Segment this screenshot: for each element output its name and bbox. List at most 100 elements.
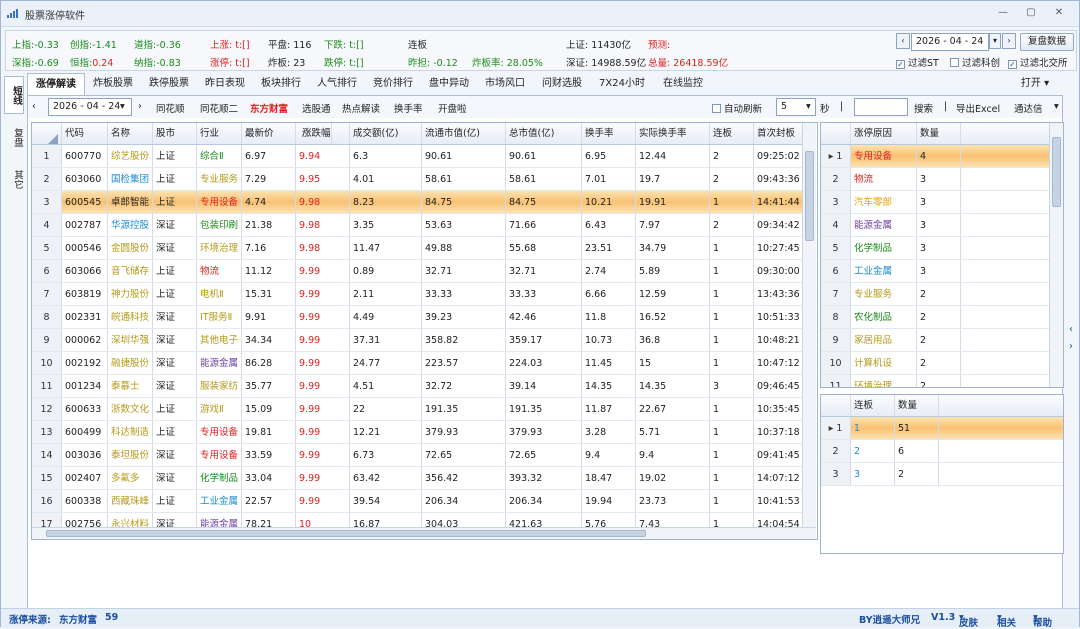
table-row[interactable]: 9 000062 深圳华强 深证 其他电子 34.34 9.99 37.31 358.82 359… — [32, 329, 816, 352]
open-menu[interactable]: 打开 ▾ — [1015, 73, 1055, 95]
table-row[interactable]: 11 001234 泰慕士 深证 服装家纺 35.77 9.99 4.51 32.72 39.14… — [32, 375, 816, 398]
table-row[interactable]: 5 000546 金圆股份 深证 环境治理 7.16 9.98 11.47 49.88 55.68… — [32, 237, 816, 260]
tab-popularity[interactable]: 人气排行 — [311, 73, 363, 95]
source-xgt[interactable]: 选股通 — [302, 101, 331, 115]
col-header[interactable]: 流通市值(亿) — [422, 123, 506, 144]
source-turnover[interactable]: 换手率 — [394, 101, 423, 115]
collapse-right-icon[interactable]: › — [1065, 340, 1077, 354]
reason-row[interactable]: 8 农化制品 2 — [821, 306, 1049, 329]
next-date-button[interactable]: › — [1002, 33, 1016, 49]
scroll-thumb[interactable] — [46, 530, 646, 537]
auto-refresh-checkbox[interactable]: 自动刷新 — [712, 101, 762, 115]
filter-bj-checkbox[interactable]: ✓ 过滤北交所 — [1008, 55, 1068, 69]
close-icon[interactable]: ✕ — [1051, 6, 1067, 20]
reason-row[interactable]: 10 计算机设 2 — [821, 352, 1049, 375]
lianban-row[interactable]: 226 — [821, 440, 1063, 463]
tab-monitor[interactable]: 在线监控 — [655, 73, 711, 95]
tab-intraday[interactable]: 盘中异动 — [423, 73, 475, 95]
prev-date-icon[interactable]: ‹ — [32, 101, 36, 112]
tab-7x24[interactable]: 7X24小时 — [593, 73, 651, 95]
scroll-thumb[interactable] — [805, 151, 814, 241]
table-row[interactable]: 4 002787 华源控股 深证 包装印刷 21.38 9.98 3.35 53.63 71.66… — [32, 214, 816, 237]
tab-limitup[interactable]: 涨停解读 — [27, 73, 85, 95]
sub-date-dropdown-icon[interactable]: ▾ — [120, 101, 125, 112]
maximize-icon[interactable]: ▢ — [1023, 6, 1039, 20]
reason-row[interactable]: 11 环境治理 2 — [821, 375, 1049, 387]
table-row[interactable]: 16 600338 西藏珠峰 上证 工业金属 22.57 9.99 39.54 206.34 20… — [32, 490, 816, 513]
side-tab-review[interactable]: 复盘 — [4, 118, 24, 156]
tab-broken[interactable]: 炸板股票 — [87, 73, 139, 95]
reason-row[interactable]: 5 化学制品 3 — [821, 237, 1049, 260]
filter-st-checkbox[interactable]: ✓ 过滤ST — [896, 55, 939, 69]
tab-yesterday[interactable]: 昨日表现 — [199, 73, 251, 95]
collapse-left-icon[interactable]: ‹ — [1065, 323, 1077, 337]
scroll-thumb[interactable] — [1052, 137, 1061, 207]
tdx-button[interactable]: 通达信 — [1014, 101, 1043, 115]
table-hscroll[interactable] — [32, 527, 816, 539]
minimize-icon[interactable]: — — [995, 6, 1011, 20]
col-header[interactable]: 行业 — [197, 123, 242, 144]
lianban-row[interactable]: 332 — [821, 463, 1063, 486]
next-date-icon[interactable]: › — [138, 101, 142, 112]
table-row[interactable]: 2 603060 国检集团 上证 专业服务 7.29 9.95 4.01 58.61 58.61 7… — [32, 168, 816, 191]
table-row[interactable]: 6 603066 音飞储存 上证 物流 11.12 9.99 0.89 32.71 32.71 2.… — [32, 260, 816, 283]
related-menu[interactable]: 相关 ▾ — [997, 612, 1016, 629]
col-header[interactable]: 股市 — [153, 123, 197, 144]
lianban-row[interactable]: ▸ 1 1 51 — [821, 417, 1063, 440]
filter-kc-checkbox[interactable]: 过滤科创 — [950, 55, 1000, 69]
col-header[interactable]: 连板 — [851, 395, 895, 416]
date-picker[interactable]: 2026 - 04 - 24 — [911, 33, 989, 51]
side-tab-other[interactable]: 其它 — [4, 160, 24, 198]
source-eastmoney[interactable]: 东方财富 — [250, 101, 288, 115]
table-row[interactable]: 12 600633 浙数文化 上证 游戏Ⅱ 15.09 9.99 22 191.35 191.35… — [32, 398, 816, 421]
date-dropdown-icon[interactable]: ▾ — [989, 33, 1001, 49]
table-row[interactable]: 7 603819 神力股份 上证 电机Ⅱ 15.31 9.99 2.11 33.33 33.33 6… — [32, 283, 816, 306]
table-row[interactable]: 3 600545 卓郎智能 上证 专用设备 4.74 9.98 8.23 84.75 84.75 1… — [32, 191, 816, 214]
review-data-button[interactable]: 复盘数据 — [1020, 33, 1074, 51]
reason-row[interactable]: 2 物流 3 — [821, 168, 1049, 191]
table-vscroll[interactable] — [802, 123, 816, 527]
col-header[interactable]: 涨跌幅 / — [296, 123, 350, 144]
reason-row[interactable]: 4 能源金属 3 — [821, 214, 1049, 237]
help-menu[interactable]: 帮助 ▾ — [1033, 612, 1052, 629]
table-row[interactable]: 15 002407 多氟多 深证 化学制品 33.04 9.99 63.42 356.42 393… — [32, 467, 816, 490]
tab-auction[interactable]: 竞价排行 — [367, 73, 419, 95]
reason-row[interactable]: 3 汽车零部 3 — [821, 191, 1049, 214]
search-button[interactable]: 搜索 — [914, 101, 933, 115]
col-header[interactable]: 数量 — [895, 395, 939, 416]
tab-sector[interactable]: 板块排行 — [255, 73, 307, 95]
side-tab-short[interactable]: 短线 — [4, 76, 24, 114]
search-input[interactable] — [854, 98, 908, 116]
source-ths2[interactable]: 同花顺二 — [200, 101, 238, 115]
col-header[interactable]: 最新价 — [242, 123, 296, 144]
reason-row[interactable]: 7 专业服务 2 — [821, 283, 1049, 306]
source-hotspot[interactable]: 热点解读 — [342, 101, 380, 115]
reason-row[interactable]: ▸ 1 专用设备 4 — [821, 145, 1049, 168]
col-header[interactable]: 涨停原因 — [851, 123, 917, 144]
source-ths[interactable]: 同花顺 — [156, 101, 185, 115]
col-header[interactable]: 连板 — [710, 123, 754, 144]
col-header[interactable]: 成交额(亿) — [350, 123, 422, 144]
prev-date-button[interactable]: ‹ — [896, 33, 910, 49]
export-excel-button[interactable]: 导出Excel — [956, 101, 1000, 115]
col-header[interactable]: 实际换手率 — [636, 123, 710, 144]
table-row[interactable]: 10 002192 融捷股份 深证 能源金属 86.28 9.99 24.77 223.57 22… — [32, 352, 816, 375]
col-header[interactable]: 数量 — [917, 123, 961, 144]
col-header[interactable]: 名称 — [108, 123, 153, 144]
table-row[interactable]: 14 003036 泰坦股份 深证 专用设备 33.59 9.99 6.73 72.65 72.6… — [32, 444, 816, 467]
reason-row[interactable]: 9 家居用品 2 — [821, 329, 1049, 352]
col-header[interactable]: 换手率 — [582, 123, 636, 144]
tdx-dropdown-icon[interactable]: ▾ — [1054, 101, 1059, 112]
skin-menu[interactable]: 皮肤 ▾ — [959, 612, 978, 629]
table-row[interactable]: 8 002331 皖通科技 深证 IT服务Ⅱ 9.91 9.99 4.49 39.23 42.46… — [32, 306, 816, 329]
interval-dropdown-icon[interactable]: ▾ — [806, 101, 811, 112]
col-header[interactable]: 代码 — [62, 123, 108, 144]
source-kaipanla[interactable]: 开盘啦 — [438, 101, 467, 115]
tab-wencai[interactable]: 问财选股 — [535, 73, 589, 95]
reason-row[interactable]: 6 工业金属 3 — [821, 260, 1049, 283]
tab-market-trend[interactable]: 市场风口 — [479, 73, 531, 95]
tab-limitdown[interactable]: 跌停股票 — [143, 73, 195, 95]
table-row[interactable]: 1 600770 综艺股份 上证 综合Ⅱ 6.97 9.94 6.3 90.61 90.61 6.9… — [32, 145, 816, 168]
table-row[interactable]: 13 600499 科达制造 上证 专用设备 19.81 9.99 12.21 379.93 37… — [32, 421, 816, 444]
reason-vscroll[interactable] — [1049, 123, 1063, 387]
